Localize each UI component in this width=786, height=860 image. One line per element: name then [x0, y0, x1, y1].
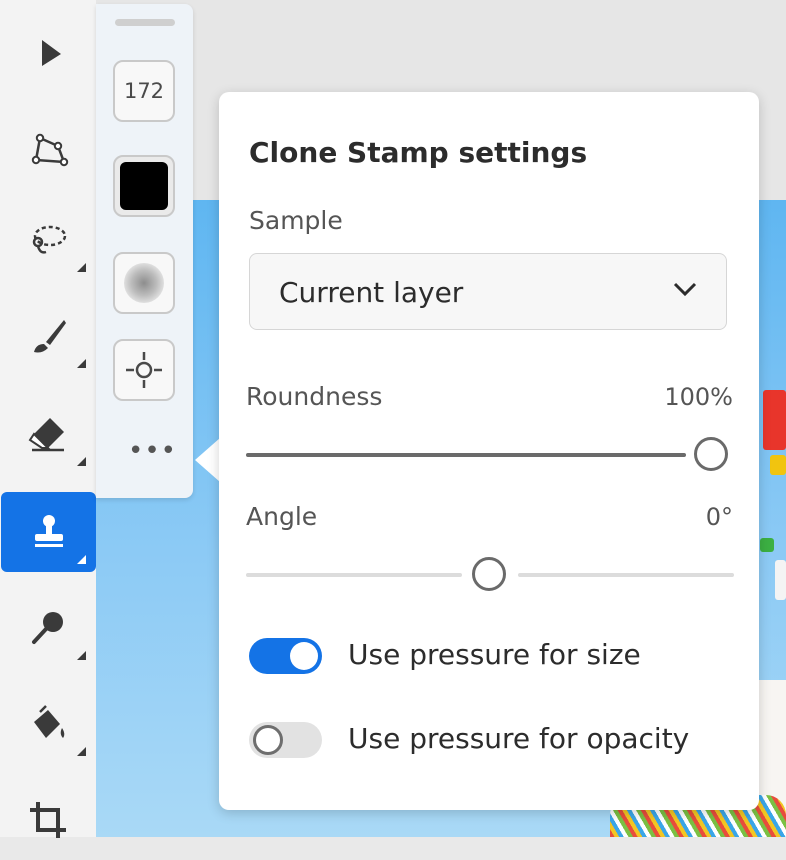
- flyout-indicator: [77, 359, 86, 368]
- angle-slider-thumb[interactable]: [472, 557, 506, 591]
- crop-icon: [30, 802, 66, 838]
- lasso-tool-button[interactable]: [0, 200, 96, 280]
- tool-property-rail: 172 •••: [96, 4, 193, 498]
- select-tool-button[interactable]: [0, 12, 96, 92]
- brush-icon: [34, 320, 66, 353]
- brush-size-button[interactable]: 172: [113, 60, 175, 122]
- color-swatch-button[interactable]: [113, 155, 175, 217]
- roundness-slider[interactable]: [246, 437, 734, 473]
- rail-drag-handle[interactable]: [115, 19, 175, 26]
- flyout-indicator: [77, 457, 86, 466]
- spot-healing-icon: [32, 612, 63, 644]
- popover-title: Clone Stamp settings: [249, 136, 588, 169]
- crop-tool-button[interactable]: [0, 780, 96, 860]
- pressure-opacity-toggle[interactable]: [249, 722, 322, 758]
- flyout-indicator: [77, 555, 86, 564]
- sample-dropdown-value: Current layer: [279, 276, 464, 309]
- clone-stamp-settings-popover: Clone Stamp settings Sample Current laye…: [219, 92, 759, 810]
- brush-size-value: 172: [123, 79, 165, 103]
- color-swatch: [120, 162, 168, 210]
- popover-arrow: [195, 438, 220, 482]
- flyout-indicator: [77, 263, 86, 272]
- chevron-down-icon: [673, 282, 697, 297]
- pressure-size-label: Use pressure for size: [348, 638, 641, 671]
- flyout-indicator: [77, 747, 86, 756]
- pressure-opacity-label: Use pressure for opacity: [348, 722, 690, 755]
- angle-value: 0°: [705, 503, 733, 531]
- arrow-pointer-icon: [42, 40, 61, 66]
- flyout-indicator: [77, 651, 86, 660]
- canvas-decoration: [770, 455, 786, 475]
- brush-tool-button[interactable]: [0, 296, 96, 376]
- angle-slider-track-right: [518, 573, 734, 577]
- roundness-slider-fill: [246, 453, 686, 457]
- pressure-size-toggle[interactable]: [249, 638, 322, 674]
- angle-slider[interactable]: [246, 557, 734, 593]
- clone-stamp-icon: [34, 515, 63, 547]
- angle-slider-track-left: [246, 573, 462, 577]
- roundness-slider-thumb[interactable]: [694, 437, 728, 471]
- sample-dropdown[interactable]: Current layer: [249, 253, 727, 330]
- toggle-knob: [290, 642, 318, 670]
- brush-softness-button[interactable]: [113, 252, 175, 314]
- healing-tool-button[interactable]: [0, 588, 96, 668]
- transform-tool-button[interactable]: [0, 108, 96, 188]
- canvas-decoration: [763, 390, 786, 450]
- polygon-transform-icon: [31, 133, 69, 167]
- left-toolbar: [0, 0, 96, 838]
- crosshair-icon: [126, 352, 162, 388]
- brush-softness-icon: [124, 263, 164, 303]
- fill-tool-button[interactable]: [0, 684, 96, 764]
- eraser-icon: [28, 418, 64, 452]
- sample-label: Sample: [249, 206, 343, 235]
- toggle-knob: [253, 725, 283, 755]
- clone-stamp-tool-button[interactable]: [1, 492, 96, 572]
- lasso-icon: [32, 225, 67, 254]
- paint-bucket-icon: [34, 705, 65, 738]
- roundness-value: 100%: [664, 383, 733, 411]
- canvas-decoration: [760, 538, 774, 552]
- angle-label: Angle: [246, 502, 318, 531]
- canvas-decoration: [775, 560, 786, 600]
- roundness-label: Roundness: [246, 382, 383, 411]
- eraser-tool-button[interactable]: [0, 394, 96, 474]
- more-options-button[interactable]: •••: [128, 438, 177, 464]
- sample-point-button[interactable]: [113, 339, 175, 401]
